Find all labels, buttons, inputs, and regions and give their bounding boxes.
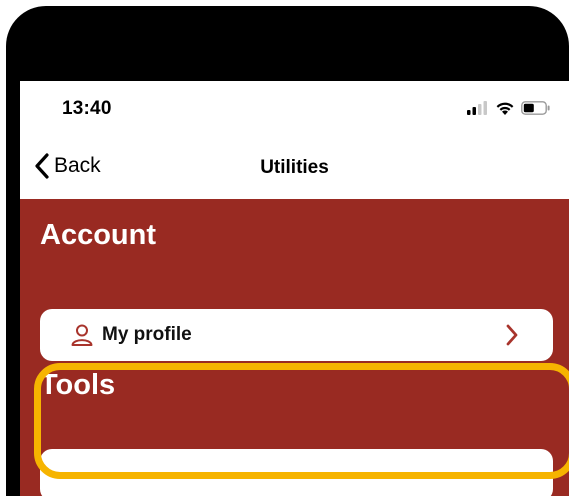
status-time: 13:40 [62,98,112,119]
signal-bars-icon [467,101,487,115]
phone-frame: 13:40 Back Utilities Account My profile … [6,6,569,496]
section-title-tools: Tools [40,369,116,401]
my-profile-label: My profile [102,324,192,345]
chevron-right-icon [506,324,518,346]
wifi-icon [496,102,514,115]
app-screen: 13:40 Back Utilities Account My profile … [20,81,569,496]
status-icons [467,99,551,117]
section-title-account: Account [40,219,156,251]
user-icon [71,324,93,346]
my-profile-button[interactable]: My profile [40,309,553,361]
utilities-content: Account My profile Tools [20,199,569,496]
status-bar: 13:40 [20,81,569,139]
page-title: Utilities [260,157,329,178]
battery-icon [521,101,550,115]
tools-item[interactable] [40,449,553,496]
navigation-bar: Back Utilities [20,139,569,199]
